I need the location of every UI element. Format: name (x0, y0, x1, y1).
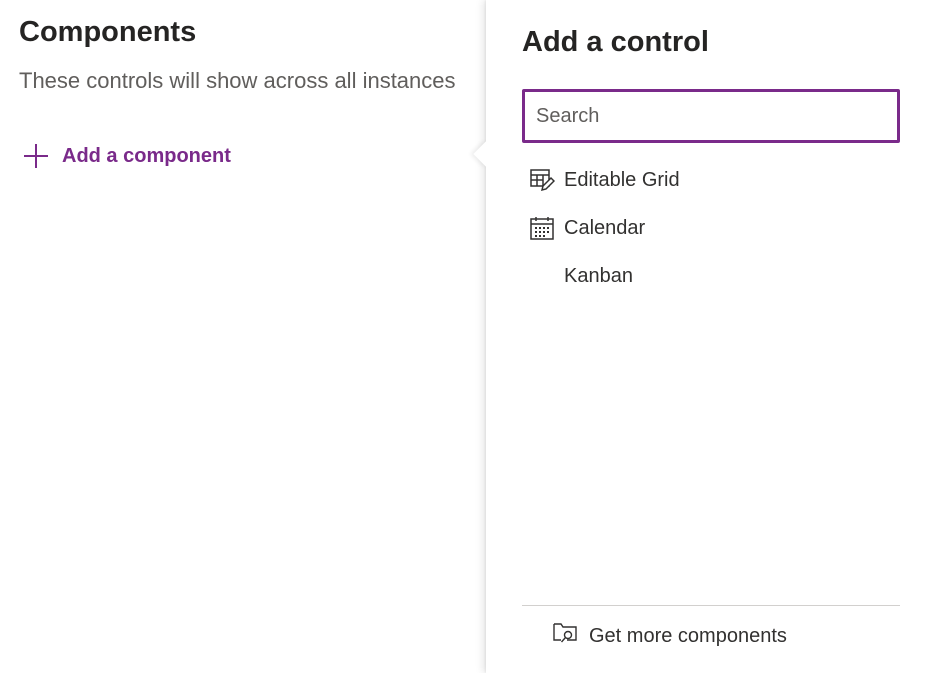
control-list: Editable Grid Calendar Kanban (529, 156, 899, 300)
add-component-label: Add a component (62, 144, 231, 167)
folder-search-icon (552, 620, 578, 652)
section-description: These controls will show across all inst… (19, 68, 456, 93)
get-more-components-label: Get more components (589, 624, 787, 647)
add-component-button[interactable]: Add a component (22, 140, 231, 172)
control-item-editable-grid[interactable]: Editable Grid (529, 156, 899, 204)
flyout-title: Add a control (522, 26, 709, 58)
control-item-calendar[interactable]: Calendar (529, 204, 899, 252)
control-item-label: Editable Grid (564, 168, 680, 191)
search-input[interactable] (522, 89, 900, 143)
get-more-components-link[interactable]: Get more components (552, 620, 787, 652)
components-pane: Components These controls will show acro… (0, 0, 486, 673)
page-title: Components (19, 16, 197, 48)
control-item-label: Calendar (564, 216, 646, 239)
control-item-kanban[interactable]: Kanban (529, 252, 899, 300)
kanban-icon (529, 263, 555, 289)
editable-grid-icon (529, 167, 555, 193)
plus-icon (22, 142, 50, 170)
control-item-label: Kanban (564, 264, 633, 287)
calendar-icon (529, 215, 555, 241)
footer-divider (522, 605, 900, 606)
add-control-flyout: Add a control Editable Grid (473, 0, 936, 673)
